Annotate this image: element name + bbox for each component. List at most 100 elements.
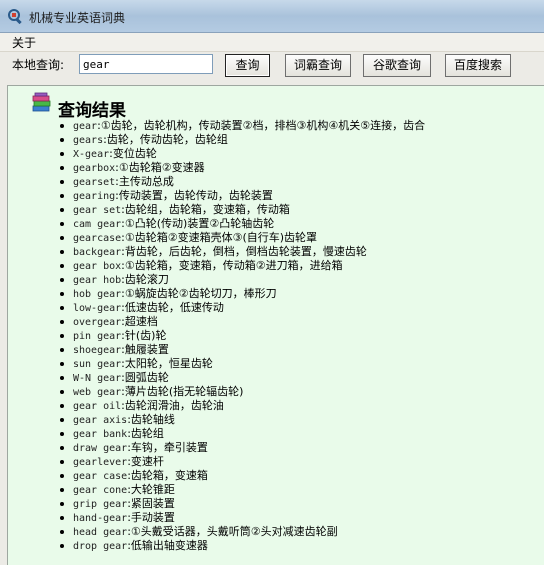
local-query-label: 本地查询: bbox=[12, 58, 65, 72]
result-item: pin gear:针(齿)轮 bbox=[60, 329, 425, 343]
result-item: gear hob:齿轮滚刀 bbox=[60, 273, 425, 287]
result-item: gearlever:变速杆 bbox=[60, 455, 425, 469]
results-title: 查询结果 bbox=[58, 101, 126, 121]
google-query-button[interactable]: 谷歌查询 bbox=[363, 54, 431, 77]
result-item: X-gear:变位齿轮 bbox=[60, 147, 425, 161]
result-item: gear box:①齿轮箱，变速箱，传动箱②进刀箱，进给箱 bbox=[60, 259, 425, 273]
result-term: gear bank bbox=[73, 429, 128, 440]
result-definition: 圆弧齿轮 bbox=[124, 371, 169, 384]
result-term: grip gear bbox=[73, 499, 128, 510]
result-item: gear case:齿轮箱，变速箱 bbox=[60, 469, 425, 483]
result-item: gears:齿轮，传动齿轮，齿轮组 bbox=[60, 133, 425, 147]
result-term: cam gear bbox=[73, 219, 122, 230]
result-term: gear hob bbox=[73, 275, 122, 286]
result-item: gear set:齿轮组，齿轮箱，变速箱，传动箱 bbox=[60, 203, 425, 217]
result-definition: 触履装置 bbox=[124, 343, 169, 356]
result-definition: 传动装置，齿轮传动，齿轮装置 bbox=[118, 189, 273, 202]
result-term: X-gear bbox=[73, 149, 110, 160]
result-item: shoegear:触履装置 bbox=[60, 343, 425, 357]
result-term: overgear bbox=[73, 317, 122, 328]
result-item: gearset:主传动总成 bbox=[60, 175, 425, 189]
result-item: head gear:①头戴受话器，头戴听筒②头对减速齿轮副 bbox=[60, 525, 425, 539]
result-term: gearcase bbox=[73, 233, 122, 244]
result-definition: 齿轮轴线 bbox=[130, 413, 175, 426]
books-icon bbox=[32, 92, 51, 112]
result-item: gear:①齿轮，齿轮机构，传动装置②档，排档③机构④机关⑤连接，齿合 bbox=[60, 119, 425, 133]
result-definition: 齿轮组，齿轮箱，变速箱，传动箱 bbox=[124, 203, 290, 216]
result-definition: ①齿轮，齿轮机构，传动装置②档，排档③机构④机关⑤连接，齿合 bbox=[100, 119, 426, 132]
search-toolbar: 本地查询: 查询 词霸查询 谷歌查询 百度搜索 bbox=[0, 52, 544, 84]
result-definition: ①齿轮箱，变速箱，传动箱②进刀箱，进给箱 bbox=[124, 259, 343, 272]
baidu-search-button[interactable]: 百度搜索 bbox=[445, 54, 511, 77]
result-definition: 齿轮，传动齿轮，齿轮组 bbox=[106, 133, 228, 146]
result-item: gear oil:齿轮润滑油，齿轮油 bbox=[60, 399, 425, 413]
result-definition: ①齿轮箱②变速箱壳体③(自行车)齿轮罩 bbox=[124, 231, 318, 244]
result-term: draw gear bbox=[73, 443, 128, 454]
result-item: hand-gear:手动装置 bbox=[60, 511, 425, 525]
result-term: gearlever bbox=[73, 457, 128, 468]
result-definition: 太阳轮，恒星齿轮 bbox=[124, 357, 213, 370]
result-item: draw gear:车钩，牵引装置 bbox=[60, 441, 425, 455]
result-item: gearing:传动装置，齿轮传动，齿轮装置 bbox=[60, 189, 425, 203]
search-input[interactable] bbox=[79, 54, 213, 74]
result-term: gear box bbox=[73, 261, 122, 272]
result-definition: 紧固装置 bbox=[130, 497, 175, 510]
result-item: gearbox:①齿轮箱②变速器 bbox=[60, 161, 425, 175]
result-item: grip gear:紧固装置 bbox=[60, 497, 425, 511]
result-item: drop gear:低输出轴变速器 bbox=[60, 539, 425, 553]
result-term: pin gear bbox=[73, 331, 122, 342]
result-definition: 齿轮滚刀 bbox=[124, 273, 169, 286]
result-item: gear axis:齿轮轴线 bbox=[60, 413, 425, 427]
result-item: gear bank:齿轮组 bbox=[60, 427, 425, 441]
result-definition: 薄片齿轮(指无轮辐齿轮) bbox=[124, 385, 244, 398]
result-item: hob gear:①蜗旋齿轮②齿轮切刀，棒形刀 bbox=[60, 287, 425, 301]
result-term: shoegear bbox=[73, 345, 122, 356]
results-panel: 查询结果 gear:①齿轮，齿轮机构，传动装置②档，排档③机构④机关⑤连接，齿合… bbox=[7, 85, 544, 565]
result-item: W-N gear:圆弧齿轮 bbox=[60, 371, 425, 385]
result-item: cam gear:①凸轮(传动)装置②凸轮轴齿轮 bbox=[60, 217, 425, 231]
result-definition: 低输出轴变速器 bbox=[130, 539, 208, 552]
result-definition: ①蜗旋齿轮②齿轮切刀，棒形刀 bbox=[124, 287, 277, 300]
result-term: head gear bbox=[73, 527, 128, 538]
result-definition: 齿轮箱，变速箱 bbox=[130, 469, 208, 482]
result-definition: ①凸轮(传动)装置②凸轮轴齿轮 bbox=[124, 217, 275, 230]
result-definition: 齿轮润滑油，齿轮油 bbox=[124, 399, 224, 412]
result-term: hand-gear bbox=[73, 513, 128, 524]
title-bar: 机械专业英语词典 bbox=[0, 0, 544, 33]
query-button[interactable]: 查询 bbox=[225, 54, 270, 77]
result-term: drop gear bbox=[73, 541, 128, 552]
result-term: gearing bbox=[73, 191, 116, 202]
result-term: sun gear bbox=[73, 359, 122, 370]
result-term: web gear bbox=[73, 387, 122, 398]
result-definition: 变速杆 bbox=[130, 455, 164, 468]
result-definition: 超速档 bbox=[124, 315, 158, 328]
menu-about[interactable]: 关于 bbox=[12, 34, 36, 51]
result-definition: 低速齿轮，低速传动 bbox=[124, 301, 224, 314]
results-list: gear:①齿轮，齿轮机构，传动装置②档，排档③机构④机关⑤连接，齿合 gears… bbox=[60, 119, 425, 553]
dictionary-app-icon bbox=[8, 9, 22, 24]
result-term: gear axis bbox=[73, 415, 128, 426]
ciba-query-button[interactable]: 词霸查询 bbox=[285, 54, 351, 77]
result-item: low-gear:低速齿轮，低速传动 bbox=[60, 301, 425, 315]
result-definition: 齿轮组 bbox=[130, 427, 164, 440]
window-title: 机械专业英语词典 bbox=[29, 11, 126, 25]
result-item: overgear:超速档 bbox=[60, 315, 425, 329]
result-item: sun gear:太阳轮，恒星齿轮 bbox=[60, 357, 425, 371]
menu-bar: 关于 bbox=[0, 33, 544, 52]
result-term: gearbox bbox=[73, 163, 116, 174]
result-term: gearset bbox=[73, 177, 116, 188]
result-term: backgear bbox=[73, 247, 122, 258]
result-term: gear set bbox=[73, 205, 122, 216]
result-item: gearcase:①齿轮箱②变速箱壳体③(自行车)齿轮罩 bbox=[60, 231, 425, 245]
result-definition: ①头戴受话器，头戴听筒②头对减速齿轮副 bbox=[130, 525, 338, 538]
result-term: gears bbox=[73, 135, 104, 146]
result-definition: 变位齿轮 bbox=[112, 147, 157, 160]
result-term: gear bbox=[73, 121, 98, 132]
result-definition: 大轮锥距 bbox=[130, 483, 175, 496]
result-term: low-gear bbox=[73, 303, 122, 314]
result-term: hob gear bbox=[73, 289, 122, 300]
result-term: W-N gear bbox=[73, 373, 122, 384]
result-item: web gear:薄片齿轮(指无轮辐齿轮) bbox=[60, 385, 425, 399]
result-item: gear cone:大轮锥距 bbox=[60, 483, 425, 497]
result-item: backgear:背齿轮，后齿轮，倒档，倒档齿轮装置，慢速齿轮 bbox=[60, 245, 425, 259]
